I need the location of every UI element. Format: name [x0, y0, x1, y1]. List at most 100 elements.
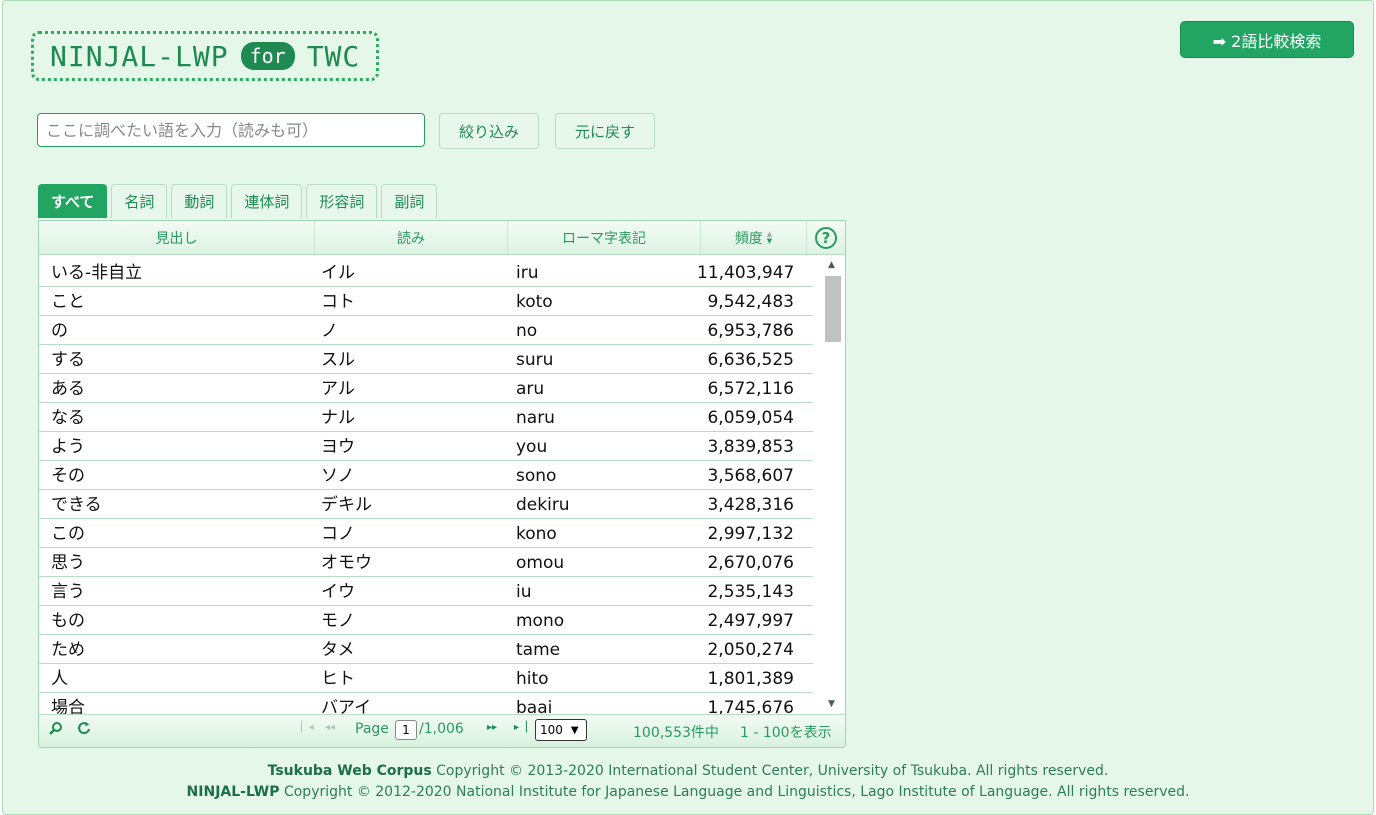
table-row[interactable]: もの モノ mono 2,497,997	[39, 606, 813, 635]
help-icon[interactable]: ?	[815, 226, 837, 249]
search-icon[interactable]	[49, 721, 63, 739]
filter-button[interactable]: 絞り込み	[439, 113, 539, 149]
cell-romaji: iru	[516, 263, 539, 283]
cell-reading: デキル	[321, 495, 372, 515]
cell-frequency: 3,428,316	[707, 495, 794, 515]
cell-frequency: 6,059,054	[707, 408, 794, 428]
tab-noun[interactable]: 名詞	[111, 184, 168, 218]
pos-tabs: すべて 名詞 動詞 連体詞 形容詞 副詞	[38, 184, 438, 218]
table-row[interactable]: 場合 バアイ baai 1,745,676	[39, 693, 813, 714]
footer-line-2: NINJAL-LWP Copyright © 2012-2020 Nationa…	[186, 784, 1190, 800]
cell-romaji: iu	[516, 582, 532, 602]
total-count: 100,553件中	[633, 725, 719, 741]
table-row[interactable]: ため タメ tame 2,050,274	[39, 635, 813, 664]
refresh-icon[interactable]	[77, 721, 91, 739]
cell-frequency: 2,497,997	[707, 611, 794, 631]
cell-headword: もの	[51, 611, 85, 631]
footer-line-1: Tsukuba Web Corpus Copyright © 2013-2020…	[267, 763, 1109, 779]
cell-romaji: koto	[516, 292, 553, 312]
cell-romaji: naru	[516, 408, 555, 428]
compare-search-button[interactable]: ➡ 2語比較検索	[1180, 21, 1354, 58]
cell-romaji: kono	[516, 524, 557, 544]
table-row[interactable]: 思う オモウ omou 2,670,076	[39, 548, 813, 577]
cell-reading: モノ	[321, 611, 355, 631]
table-row[interactable]: こと コト koto 9,542,483	[39, 287, 813, 316]
reset-button[interactable]: 元に戻す	[555, 113, 655, 149]
cell-headword: ため	[51, 640, 85, 660]
column-header-headword[interactable]: 見出し	[39, 221, 315, 254]
cell-frequency: 3,568,607	[707, 466, 794, 486]
cell-romaji: aru	[516, 379, 545, 399]
page: NINJAL-LWP for TWC ➡ 2語比較検索 絞り込み 元に戻す すべ…	[2, 0, 1374, 815]
cell-frequency: 2,997,132	[707, 524, 794, 544]
cell-headword: 思う	[51, 553, 85, 573]
cell-reading: ソノ	[321, 466, 355, 486]
table-row[interactable]: する スル suru 6,636,525	[39, 345, 813, 374]
column-header-reading[interactable]: 読み	[315, 221, 508, 254]
cell-reading: イル	[321, 263, 355, 283]
search-input[interactable]	[37, 113, 425, 147]
scroll-up-icon[interactable]: ▲	[828, 260, 835, 270]
table-row[interactable]: よう ヨウ you 3,839,853	[39, 432, 813, 461]
table-row[interactable]: 言う イウ iu 2,535,143	[39, 577, 813, 606]
table-row[interactable]: その ソノ sono 3,568,607	[39, 461, 813, 490]
grid-header: 見出し 読み ローマ字表記 頻度 ▲ ▼ ?	[39, 221, 845, 255]
cell-reading: バアイ	[321, 698, 372, 714]
page-size-select[interactable]: 100 ▼	[535, 719, 587, 741]
cell-romaji: tame	[516, 640, 561, 660]
cell-headword: 人	[51, 669, 68, 689]
logo-part1: NINJAL-LWP	[50, 39, 229, 73]
cell-romaji: baai	[516, 698, 553, 714]
table-row[interactable]: できる デキル dekiru 3,428,316	[39, 490, 813, 519]
prev-page-icon[interactable]: ◂◂	[325, 722, 335, 733]
cell-frequency: 11,403,947	[697, 263, 795, 283]
cell-romaji: omou	[516, 553, 565, 573]
scroll-down-icon[interactable]: ▼	[828, 699, 835, 709]
cell-reading: ノ	[321, 321, 338, 341]
cell-headword: こと	[51, 292, 85, 312]
tab-adverb[interactable]: 副詞	[381, 184, 438, 218]
tab-all[interactable]: すべて	[38, 184, 108, 218]
cell-headword: ある	[51, 379, 85, 399]
cell-frequency: 6,953,786	[707, 321, 794, 341]
cell-romaji: dekiru	[516, 495, 570, 515]
cell-reading: ヨウ	[321, 437, 355, 457]
cell-headword: の	[51, 321, 68, 341]
chevron-down-icon: ▼	[570, 724, 579, 736]
cell-headword: 言う	[51, 582, 85, 602]
table-row[interactable]: いる-非自立 イル iru 11,403,947	[39, 258, 813, 287]
cell-frequency: 6,636,525	[707, 350, 794, 370]
grid-pager: ▏◂ ◂◂ Page /1,006 ▸▸ ▸▕ 100 ▼ 100,553件中 …	[39, 714, 845, 747]
cell-frequency: 2,670,076	[707, 553, 794, 573]
table-row[interactable]: 人 ヒト hito 1,801,389	[39, 664, 813, 693]
cell-romaji: no	[516, 321, 538, 341]
cell-frequency: 1,745,676	[707, 698, 794, 714]
table-row[interactable]: この コノ kono 2,997,132	[39, 519, 813, 548]
scrollbar-thumb[interactable]	[825, 276, 841, 342]
logo-for-badge: for	[240, 42, 295, 70]
next-page-icon[interactable]: ▸▸	[487, 722, 497, 733]
table-row[interactable]: ある アル aru 6,572,116	[39, 374, 813, 403]
cell-reading: イウ	[321, 582, 355, 602]
table-row[interactable]: の ノ no 6,953,786	[39, 316, 813, 345]
column-header-romaji[interactable]: ローマ字表記	[508, 221, 701, 254]
logo[interactable]: NINJAL-LWP for TWC	[31, 31, 379, 81]
cell-headword: する	[51, 350, 85, 370]
cell-frequency: 1,801,389	[707, 669, 794, 689]
cell-romaji: suru	[516, 350, 554, 370]
grid-body: いる-非自立 イル iru 11,403,947 こと コト koto 9,542,483 の ノ…	[39, 258, 813, 714]
first-page-icon[interactable]: ▏◂	[301, 722, 314, 733]
cell-reading: タメ	[321, 640, 355, 660]
table-row[interactable]: なる ナル naru 6,059,054	[39, 403, 813, 432]
cell-reading: コノ	[321, 524, 355, 544]
cell-headword: いる-非自立	[51, 263, 143, 283]
last-page-icon[interactable]: ▸▕	[514, 722, 527, 733]
tab-verb[interactable]: 動詞	[171, 184, 228, 218]
page-number-input[interactable]	[395, 720, 417, 740]
tab-adnominal[interactable]: 連体詞	[231, 184, 303, 218]
vertical-scrollbar[interactable]: ▲ ▼	[824, 258, 842, 714]
column-header-frequency[interactable]: 頻度 ▲ ▼	[701, 221, 807, 254]
tab-adjective[interactable]: 形容詞	[306, 184, 378, 218]
cell-frequency: 3,839,853	[707, 437, 794, 457]
cell-headword: 場合	[51, 698, 85, 714]
